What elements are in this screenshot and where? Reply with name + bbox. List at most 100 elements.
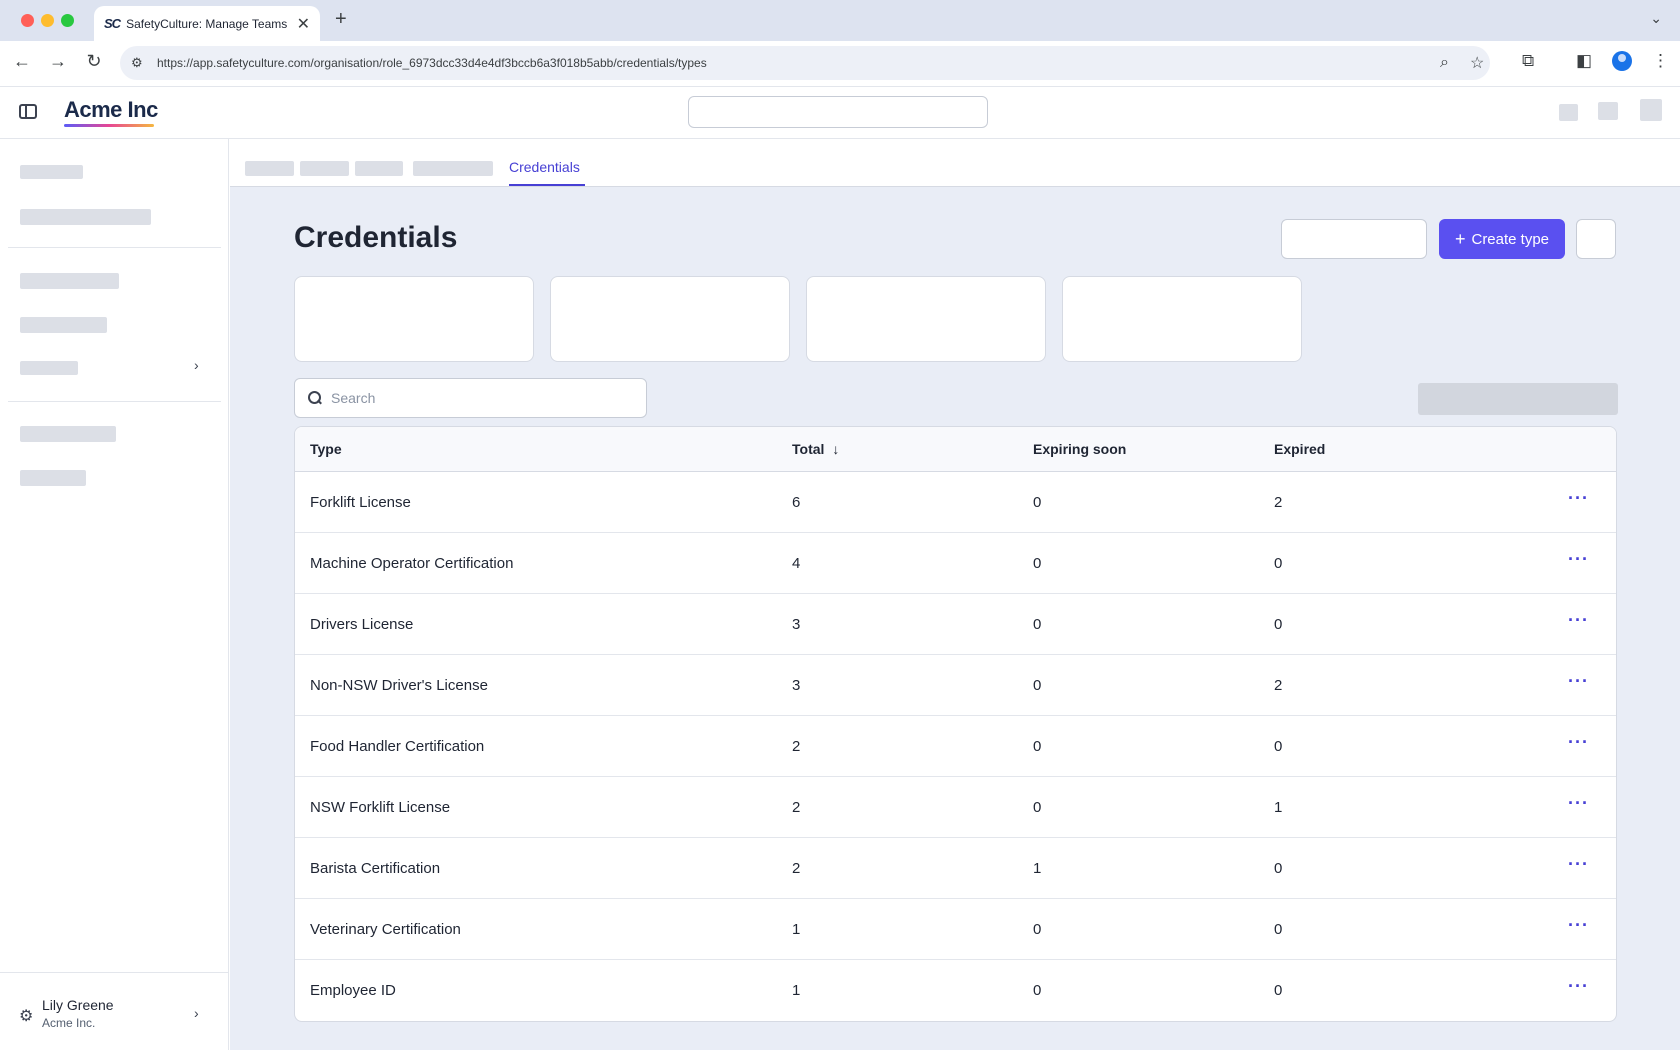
browser-tab[interactable]: SC SafetyCulture: Manage Teams and... ✕: [94, 6, 320, 41]
summary-card[interactable]: [1062, 276, 1302, 362]
row-actions-icon[interactable]: ···: [1568, 610, 1589, 631]
column-header-type[interactable]: Type: [310, 441, 342, 457]
secondary-action-button[interactable]: [1281, 219, 1427, 259]
sidebar-item-placeholder[interactable]: [20, 317, 107, 333]
row-actions-icon[interactable]: ···: [1568, 732, 1589, 753]
table-header: Type Total ↓ Expiring soon Expired: [295, 427, 1616, 472]
cell-type[interactable]: Non-NSW Driver's License: [310, 677, 488, 694]
column-header-total[interactable]: Total ↓: [792, 441, 839, 457]
cell-expiring-soon: 0: [1033, 616, 1042, 633]
address-bar[interactable]: ⚙ https://app.safetyculture.com/organisa…: [120, 46, 1490, 80]
table-row[interactable]: NSW Forklift License 2 0 1 ···: [295, 777, 1616, 838]
filter-placeholder[interactable]: [1418, 383, 1618, 415]
subnav-tab-placeholder[interactable]: [355, 161, 403, 176]
side-panel-icon[interactable]: ◧: [1576, 51, 1592, 71]
subnav-tab-placeholder[interactable]: [413, 161, 493, 176]
sort-descending-icon[interactable]: ↓: [832, 441, 839, 457]
column-header-expiring-soon[interactable]: Expiring soon: [1033, 441, 1126, 457]
close-window-icon[interactable]: [21, 14, 34, 27]
search-input[interactable]: [331, 390, 631, 406]
credentials-table: Type Total ↓ Expiring soon Expired Forkli…: [294, 426, 1617, 1022]
summary-card[interactable]: [806, 276, 1046, 362]
row-actions-icon[interactable]: ···: [1568, 793, 1589, 814]
cell-type[interactable]: NSW Forklift License: [310, 799, 450, 816]
bookmark-star-icon[interactable]: ☆: [1470, 46, 1484, 80]
zoom-icon[interactable]: ⌕: [1440, 46, 1449, 80]
global-search-input[interactable]: [688, 96, 988, 128]
table-row[interactable]: Food Handler Certification 2 0 0 ···: [295, 716, 1616, 777]
sidebar-item-placeholder[interactable]: [20, 361, 78, 375]
cell-total: 4: [792, 555, 801, 572]
forward-arrow-icon[interactable]: →: [46, 51, 70, 72]
cell-type[interactable]: Employee ID: [310, 982, 396, 999]
organisation-subnav: Credentials: [230, 139, 1680, 187]
sidebar-item-placeholder[interactable]: [20, 165, 83, 179]
maximize-window-icon[interactable]: [61, 14, 74, 27]
row-actions-icon[interactable]: ···: [1568, 671, 1589, 692]
cell-total: 3: [792, 616, 801, 633]
cell-expiring-soon: 0: [1033, 555, 1042, 572]
row-actions-icon[interactable]: ···: [1568, 915, 1589, 936]
sidebar-toggle-icon[interactable]: [19, 104, 37, 119]
new-tab-icon[interactable]: +: [335, 8, 347, 31]
user-organisation: Acme Inc.: [42, 1016, 96, 1030]
summary-card[interactable]: [550, 276, 790, 362]
row-actions-icon[interactable]: ···: [1568, 976, 1589, 997]
sidebar-user-menu[interactable]: ⚙ Lily Greene Acme Inc. ›: [0, 972, 229, 1050]
cell-expiring-soon: 0: [1033, 738, 1042, 755]
cell-expiring-soon: 0: [1033, 677, 1042, 694]
table-row[interactable]: Non-NSW Driver's License 3 0 2 ···: [295, 655, 1616, 716]
cell-expiring-soon: 0: [1033, 494, 1042, 511]
plus-icon: +: [1454, 228, 1466, 249]
more-options-button[interactable]: [1576, 219, 1616, 259]
row-actions-icon[interactable]: ···: [1568, 549, 1589, 570]
app-logo[interactable]: Acme Inc: [64, 97, 158, 123]
cell-type[interactable]: Machine Operator Certification: [310, 555, 513, 572]
table-row[interactable]: Machine Operator Certification 4 0 0 ···: [295, 533, 1616, 594]
cell-expired: 0: [1274, 555, 1283, 572]
subnav-tab-placeholder[interactable]: [245, 161, 294, 176]
tab-credentials[interactable]: Credentials: [509, 159, 580, 175]
cell-total: 2: [792, 860, 801, 877]
table-row[interactable]: Barista Certification 2 1 0 ···: [295, 838, 1616, 899]
subnav-tab-placeholder[interactable]: [300, 161, 349, 176]
cell-type[interactable]: Veterinary Certification: [310, 921, 461, 938]
profile-avatar-icon[interactable]: [1612, 51, 1632, 71]
table-row[interactable]: Drivers License 3 0 0 ···: [295, 594, 1616, 655]
create-type-button[interactable]: + Create type: [1439, 219, 1565, 259]
row-actions-icon[interactable]: ···: [1568, 854, 1589, 875]
site-settings-icon[interactable]: ⚙: [131, 55, 149, 71]
cell-type[interactable]: Drivers License: [310, 616, 413, 633]
sidebar-item-placeholder[interactable]: [20, 426, 116, 442]
header-action-placeholder[interactable]: [1598, 102, 1618, 120]
sidebar-divider: [8, 401, 221, 402]
table-row[interactable]: Veterinary Certification 1 0 0 ···: [295, 899, 1616, 960]
tab-search-chevron-icon[interactable]: ⌄: [1650, 10, 1662, 27]
row-actions-icon[interactable]: ···: [1568, 488, 1589, 509]
search-field[interactable]: [294, 378, 647, 418]
cell-type[interactable]: Forklift License: [310, 494, 411, 511]
cell-type[interactable]: Food Handler Certification: [310, 738, 484, 755]
url-text[interactable]: https://app.safetyculture.com/organisati…: [157, 56, 707, 70]
cell-expired: 0: [1274, 738, 1283, 755]
table-row[interactable]: Employee ID 1 0 0 ···: [295, 960, 1616, 1021]
sidebar-item-placeholder[interactable]: [20, 273, 119, 289]
minimize-window-icon[interactable]: [41, 14, 54, 27]
summary-card[interactable]: [294, 276, 534, 362]
extensions-icon[interactable]: ⧉: [1522, 51, 1534, 71]
column-header-expired[interactable]: Expired: [1274, 441, 1325, 457]
user-name: Lily Greene: [42, 997, 114, 1013]
close-tab-icon[interactable]: ✕: [297, 14, 310, 34]
header-action-placeholder[interactable]: [1640, 99, 1662, 121]
browser-menu-icon[interactable]: ⋮: [1652, 51, 1669, 71]
table-row[interactable]: Forklift License 6 0 2 ···: [295, 472, 1616, 533]
sidebar-item-placeholder[interactable]: [20, 470, 86, 486]
back-arrow-icon[interactable]: ←: [10, 51, 34, 72]
reload-icon[interactable]: ↻: [82, 51, 106, 72]
chevron-right-icon[interactable]: ›: [194, 357, 199, 373]
cell-type[interactable]: Barista Certification: [310, 860, 440, 877]
sidebar-item-placeholder[interactable]: [20, 209, 151, 225]
app-header: Acme Inc: [0, 87, 1680, 139]
cell-expiring-soon: 1: [1033, 860, 1042, 877]
header-action-placeholder[interactable]: [1559, 104, 1578, 121]
